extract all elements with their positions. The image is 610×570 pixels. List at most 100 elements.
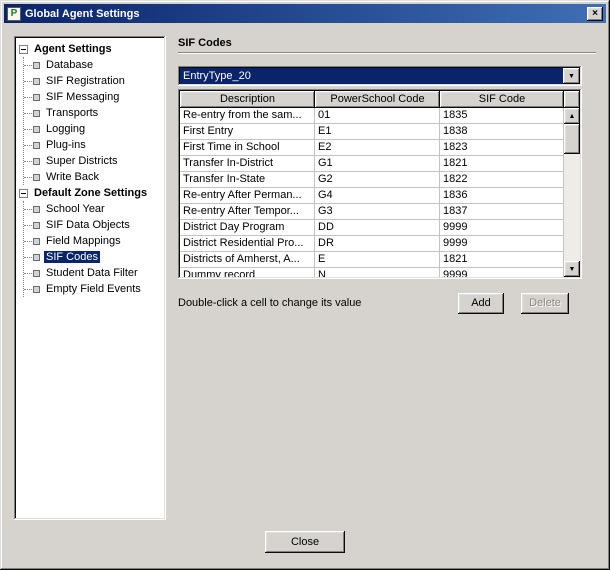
cell-description[interactable]: First Time in School bbox=[180, 140, 315, 156]
selected-tree-item[interactable]: SIF Codes bbox=[44, 251, 100, 263]
cell-sif-code[interactable]: 9999 bbox=[440, 220, 564, 236]
cell-powerschool-code[interactable]: 01 bbox=[315, 108, 440, 124]
table-row[interactable]: Transfer In-State G2 1822 bbox=[180, 172, 564, 188]
cell-sif-code[interactable]: 9999 bbox=[440, 236, 564, 252]
delete-button[interactable]: Delete bbox=[521, 293, 569, 314]
column-header-powerschool-code[interactable]: PowerSchool Code bbox=[315, 91, 440, 108]
cell-description[interactable]: Districts of Amherst, A... bbox=[180, 252, 315, 268]
settings-tree: Agent Settings Database SIF Registration… bbox=[14, 36, 166, 520]
tree-node-icon bbox=[33, 142, 40, 149]
tree-item-field-mappings[interactable]: Field Mappings bbox=[24, 233, 163, 249]
tree-node-icon bbox=[33, 222, 40, 229]
cell-description[interactable]: First Entry bbox=[180, 124, 315, 140]
global-agent-settings-window: P Global Agent Settings × Agent Settings… bbox=[0, 0, 610, 570]
agent-settings-children: Database SIF Registration SIF Messaging … bbox=[23, 57, 163, 185]
scrollbar-thumb[interactable] bbox=[564, 124, 580, 154]
tree-item-sif-data-objects[interactable]: SIF Data Objects bbox=[24, 217, 163, 233]
cell-powerschool-code[interactable]: N bbox=[315, 268, 440, 277]
scroll-down-icon[interactable]: ▼ bbox=[564, 261, 580, 277]
table-row[interactable]: First Time in School E2 1823 bbox=[180, 140, 564, 156]
cell-powerschool-code[interactable]: G2 bbox=[315, 172, 440, 188]
cell-description[interactable]: District Day Program bbox=[180, 220, 315, 236]
tree-section-label-agent-settings[interactable]: Agent Settings bbox=[32, 43, 114, 55]
cell-powerschool-code[interactable]: G4 bbox=[315, 188, 440, 204]
chevron-down-icon[interactable]: ▼ bbox=[563, 68, 580, 84]
table-row[interactable]: District Residential Pro... DR 9999 bbox=[180, 236, 564, 252]
table-row[interactable]: Re-entry After Perman... G4 1836 bbox=[180, 188, 564, 204]
column-header-sif-code[interactable]: SIF Code bbox=[440, 91, 564, 108]
window-title: Global Agent Settings bbox=[25, 8, 587, 20]
tree-item-logging[interactable]: Logging bbox=[24, 121, 163, 137]
cell-powerschool-code[interactable]: G3 bbox=[315, 204, 440, 220]
tree-node-icon bbox=[33, 78, 40, 85]
tree-item-sif-registration[interactable]: SIF Registration bbox=[24, 73, 163, 89]
tree-node-default-zone-settings[interactable]: Default Zone Settings bbox=[17, 185, 163, 201]
close-icon[interactable]: × bbox=[587, 7, 603, 21]
tree-node-icon bbox=[33, 286, 40, 293]
table-row[interactable]: Dummy record N 9999 bbox=[180, 268, 564, 277]
cell-sif-code[interactable]: 1823 bbox=[440, 140, 564, 156]
table-row[interactable]: Re-entry from the sam... 01 1835 bbox=[180, 108, 564, 124]
table-row[interactable]: Transfer In-District G1 1821 bbox=[180, 156, 564, 172]
tree-item-write-back[interactable]: Write Back bbox=[24, 169, 163, 185]
cell-powerschool-code[interactable]: E1 bbox=[315, 124, 440, 140]
tree-node-icon bbox=[33, 254, 40, 261]
tree-item-sif-messaging[interactable]: SIF Messaging bbox=[24, 89, 163, 105]
tree-node-icon bbox=[33, 158, 40, 165]
cell-sif-code[interactable]: 1821 bbox=[440, 156, 564, 172]
tree-item-student-data-filter[interactable]: Student Data Filter bbox=[24, 265, 163, 281]
close-button[interactable]: Close bbox=[265, 531, 345, 553]
tree-item-plug-ins[interactable]: Plug-ins bbox=[24, 137, 163, 153]
cell-description[interactable]: Transfer In-State bbox=[180, 172, 315, 188]
tree-item-super-districts[interactable]: Super Districts bbox=[24, 153, 163, 169]
entry-type-dropdown[interactable]: EntryType_20 ▼ bbox=[178, 66, 582, 86]
tree-node-icon bbox=[33, 126, 40, 133]
add-button[interactable]: Add bbox=[458, 293, 504, 314]
cell-sif-code[interactable]: 1822 bbox=[440, 172, 564, 188]
cell-description[interactable]: Dummy record bbox=[180, 268, 315, 277]
tree-item-school-year[interactable]: School Year bbox=[24, 201, 163, 217]
tree-node-icon bbox=[33, 94, 40, 101]
table-row[interactable]: District Day Program DD 9999 bbox=[180, 220, 564, 236]
collapse-icon[interactable] bbox=[19, 189, 28, 198]
cell-description[interactable]: Transfer In-District bbox=[180, 156, 315, 172]
cell-sif-code[interactable]: 1835 bbox=[440, 108, 564, 124]
cell-powerschool-code[interactable]: E bbox=[315, 252, 440, 268]
tree-section-label-default-zone-settings[interactable]: Default Zone Settings bbox=[32, 187, 149, 199]
tree-item-database[interactable]: Database bbox=[24, 57, 163, 73]
cell-powerschool-code[interactable]: G1 bbox=[315, 156, 440, 172]
tree-item-sif-codes[interactable]: SIF Codes bbox=[24, 249, 163, 265]
table-row[interactable]: Districts of Amherst, A... E 1821 bbox=[180, 252, 564, 268]
hint-row: Double-click a cell to change its value … bbox=[178, 292, 582, 314]
scroll-up-icon[interactable]: ▲ bbox=[564, 108, 580, 124]
cell-powerschool-code[interactable]: DR bbox=[315, 236, 440, 252]
header-divider bbox=[178, 52, 596, 54]
dropdown-selected-value[interactable]: EntryType_20 bbox=[180, 68, 563, 84]
cell-sif-code[interactable]: 1837 bbox=[440, 204, 564, 220]
tree-node-icon bbox=[33, 62, 40, 69]
cell-description[interactable]: District Residential Pro... bbox=[180, 236, 315, 252]
tree-node-agent-settings[interactable]: Agent Settings bbox=[17, 41, 163, 57]
table-header: Description PowerSchool Code SIF Code bbox=[180, 91, 580, 108]
tree-item-empty-field-events[interactable]: Empty Field Events bbox=[24, 281, 163, 297]
column-header-description[interactable]: Description bbox=[180, 91, 315, 108]
cell-description[interactable]: Re-entry After Perman... bbox=[180, 188, 315, 204]
tree-node-icon bbox=[33, 270, 40, 277]
table-row[interactable]: Re-entry After Tempor... G3 1837 bbox=[180, 204, 564, 220]
edit-hint-text: Double-click a cell to change its value bbox=[178, 297, 458, 309]
sif-codes-table: Description PowerSchool Code SIF Code Re… bbox=[178, 89, 582, 279]
column-header-stub bbox=[564, 91, 580, 108]
tree-item-transports[interactable]: Transports bbox=[24, 105, 163, 121]
cell-description[interactable]: Re-entry from the sam... bbox=[180, 108, 315, 124]
cell-sif-code[interactable]: 1838 bbox=[440, 124, 564, 140]
cell-sif-code[interactable]: 1821 bbox=[440, 252, 564, 268]
cell-sif-code[interactable]: 9999 bbox=[440, 268, 564, 277]
cell-description[interactable]: Re-entry After Tempor... bbox=[180, 204, 315, 220]
table-row[interactable]: First Entry E1 1838 bbox=[180, 124, 564, 140]
cell-sif-code[interactable]: 1836 bbox=[440, 188, 564, 204]
vertical-scrollbar[interactable]: ▲ ▼ bbox=[564, 108, 580, 277]
cell-powerschool-code[interactable]: DD bbox=[315, 220, 440, 236]
page-title: SIF Codes bbox=[178, 37, 232, 49]
collapse-icon[interactable] bbox=[19, 45, 28, 54]
cell-powerschool-code[interactable]: E2 bbox=[315, 140, 440, 156]
